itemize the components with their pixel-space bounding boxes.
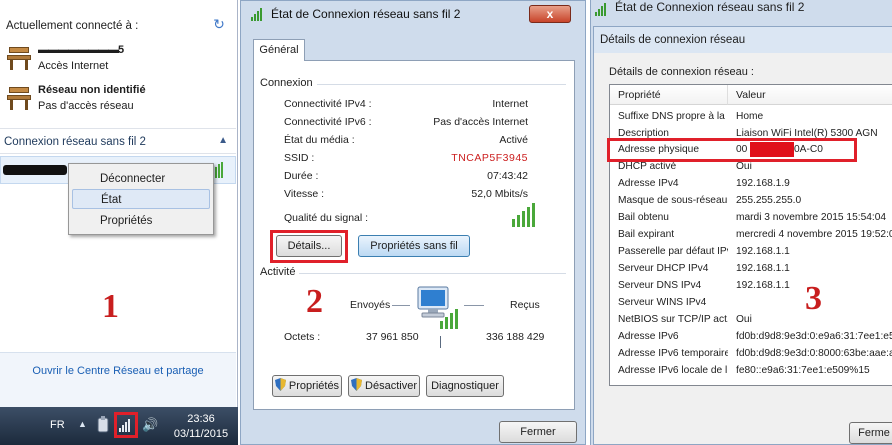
media-state-label: État du média : [284,134,355,146]
show-hidden-icons-icon[interactable]: ▲ [78,419,87,429]
list-item[interactable]: Adresse IPv6 fd0b:d9d8:9e3d:0:e9a6:31:7ee… [610,329,892,344]
network-status: Accès Internet [38,60,109,72]
ipv4-label: Connectivité IPv4 : [284,98,372,110]
clock-time: 23:36 [187,413,215,425]
disable-button-label: Désactiver [365,380,417,392]
details-button[interactable]: Détails... [276,235,342,257]
step-number-1: 1 [102,288,119,325]
wireless-signal-icon [251,8,262,21]
list-item[interactable]: Bail obtenu mardi 3 novembre 2015 15:54:0… [610,210,892,225]
column-value[interactable]: Valeur [728,85,892,105]
tab-general[interactable]: Général [253,39,305,61]
network-computer-icon [417,286,458,329]
bytes-label: Octets : [284,331,321,343]
speed-value: 52,0 Mbits/s [471,188,528,200]
open-network-center-link[interactable]: Ouvrir le Centre Réseau et partage [0,365,236,377]
signal-quality-icon [512,203,535,227]
list-item[interactable]: Adresse IPv6 locale de l... fe80::e9a6:31… [610,363,892,378]
behind-window-title: État de Connexion réseau sans fil 2 [615,0,805,14]
ipv6-value: Pas d'accès Internet [433,116,528,128]
wireless-properties-button[interactable]: Propriétés sans fil [358,235,470,257]
uac-shield-icon [274,378,286,391]
details-subtitle: Détails de connexion réseau : [609,66,754,78]
chevron-up-icon[interactable]: ▲ [218,135,228,146]
speed-label: Vitesse : [284,188,325,200]
network-item-2[interactable]: Réseau non identifié Pas d'accès réseau [4,82,232,118]
list-item[interactable]: Passerelle par défaut IPv4 192.168.1.1 [610,244,892,259]
network-name: Réseau non identifié [38,84,146,96]
mac-address-highlight [607,138,857,162]
flyout-footer: Ouvrir le Centre Réseau et partage [0,352,236,407]
window-title: État de Connexion réseau sans fil 2 [271,7,461,21]
bytes-sent-value: 37 961 850 [366,331,419,343]
diagnose-button[interactable]: Diagnostiquer [426,375,504,397]
close-button[interactable]: Fermer [499,421,577,443]
context-menu: Déconnecter État Propriétés [68,163,214,235]
connected-to-header: Actuellement connecté à : [6,20,139,32]
received-label: Reçus [510,299,540,311]
sent-label: Envoyés [350,299,391,311]
disable-button[interactable]: Désactiver [348,375,420,397]
list-item[interactable]: Masque de sous-réseau ... 255.255.255.0 [610,193,892,208]
connection-group-label: Connexion [260,77,317,89]
list-item[interactable]: Serveur DNS IPv4 192.168.1.1 [610,278,892,293]
network-status: Pas d'accès réseau [38,100,134,112]
signal-quality-label: Qualité du signal : [284,212,369,224]
volume-icon[interactable]: 🔊 [142,417,158,433]
activity-group-label: Activité [260,266,300,278]
list-item[interactable]: Bail expirant mercredi 4 novembre 2015 19… [610,227,892,242]
network-item-1[interactable]: ▬▬▬▬▬▬▬▬5 Accès Internet [4,42,232,78]
details-list[interactable]: Propriété Valeur Suffixe DNS propre à la… [609,84,892,386]
duration-value: 07:43:42 [487,170,528,182]
list-item[interactable]: NetBIOS sur TCP/IP act... Oui [610,312,892,327]
column-property[interactable]: Propriété [610,85,728,105]
menu-item-properties[interactable]: Propriétés [72,211,210,231]
ipv4-value: Internet [492,98,528,110]
clock-date: 03/11/2015 [173,428,229,440]
details-title: Détails de connexion réseau [600,34,746,46]
step-number-2: 2 [306,283,323,320]
details-panel: État de Connexion réseau sans fil 2 Déta… [590,0,892,445]
list-item[interactable]: Serveur DHCP IPv4 192.168.1.1 [610,261,892,276]
wireless-section-header[interactable]: Connexion réseau sans fil 2 ▲ [0,128,236,154]
uac-shield-icon [351,378,363,391]
network-name: ▬▬▬▬▬▬▬▬5 [38,44,124,56]
properties-button[interactable]: Propriétés [272,375,342,397]
details-titlebar: Détails de connexion réseau [594,27,892,53]
status-window-titlebar: État de Connexion réseau sans fil 2 x [241,1,585,27]
ssid-value: TNCAP5F3945 [451,152,528,164]
list-item[interactable]: Suffixe DNS propre à la ... Home [610,109,892,124]
general-tab-pane: Connexion Connectivité IPv4 : Internet C… [253,60,575,410]
details-close-button[interactable]: Ferme [849,422,892,444]
network-flyout: Actuellement connecté à : ↻ ▬▬▬▬▬▬▬▬5 Ac… [0,0,238,407]
device-tray-icon[interactable] [96,416,110,434]
duration-label: Durée : [284,170,319,182]
bench-icon [4,45,34,73]
list-item[interactable]: Serveur WINS IPv4 [610,295,892,310]
list-item[interactable]: Adresse IPv6 temporaire fd0b:d9d8:9e3d:0:… [610,346,892,361]
clock[interactable]: 23:36 03/11/2015 [168,412,234,442]
list-item[interactable]: Adresse IPv4 192.168.1.9 [610,176,892,191]
wireless-signal-icon [595,3,606,16]
properties-button-label: Propriétés [288,380,340,392]
close-icon[interactable]: x [529,5,571,23]
media-state-value: Activé [499,134,528,146]
menu-item-status[interactable]: État [72,189,210,209]
status-window: État de Connexion réseau sans fil 2 x Gé… [240,0,586,445]
network-tray-icon[interactable] [119,418,133,432]
bench-icon [4,85,34,113]
section-title: Connexion réseau sans fil 2 [4,136,146,148]
language-indicator[interactable]: FR [50,419,65,431]
ssid-label: SSID : [284,152,315,164]
redacted-network-name [3,165,67,175]
step-number-3: 3 [805,280,822,317]
ipv6-label: Connectivité IPv6 : [284,116,372,128]
menu-item-disconnect[interactable]: Déconnecter [72,169,210,189]
bytes-received-value: 336 188 429 [486,331,545,343]
refresh-icon[interactable]: ↻ [210,15,228,33]
taskbar: FR ▲ 🔊 23:36 03/11/2015 [0,407,238,445]
